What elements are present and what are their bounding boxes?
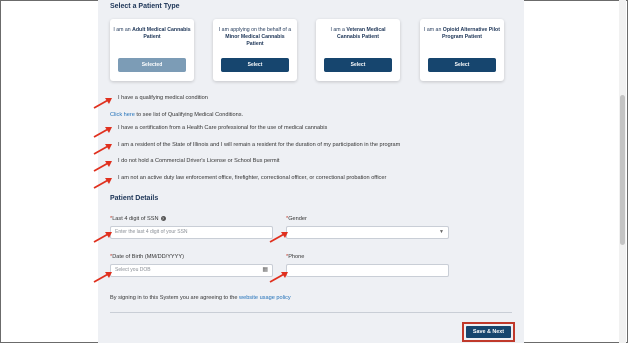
condition-certification[interactable]: I have a certification from a Health Car… bbox=[110, 125, 327, 131]
card-adult-patient: I am an Adult Medical Cannabis Patient S… bbox=[110, 19, 194, 81]
info-icon[interactable]: ? bbox=[160, 216, 166, 222]
condition-qualifying-label: I have a qualifying medical condition bbox=[118, 95, 208, 101]
selected-button-adult[interactable]: Selected bbox=[118, 58, 186, 72]
divider bbox=[110, 312, 512, 313]
annotation-arrow-icon bbox=[93, 272, 112, 283]
conditions-link-row: Click here to see list of Qualifying Med… bbox=[110, 112, 243, 118]
annotation-arrow-icon bbox=[93, 161, 112, 172]
patient-details-title: Patient Details bbox=[110, 195, 159, 202]
select-button-opioid[interactable]: Select bbox=[428, 58, 496, 72]
phone-label-text: Phone bbox=[288, 254, 305, 260]
condition-resident-label: I am a resident of the State of Illinois… bbox=[118, 142, 401, 148]
card-veteran-text: I am a Veteran Medical Cannabis Patient bbox=[330, 27, 386, 40]
card-opioid-patient: I am an Opioid Alternative Pilot Program… bbox=[420, 19, 504, 81]
annotation-arrow-icon bbox=[93, 98, 112, 109]
card-adult-text: I am an Adult Medical Cannabis Patient bbox=[113, 27, 191, 40]
signin-text: By signing in to this System you are agr… bbox=[110, 295, 240, 301]
phone-label: *Phone bbox=[286, 254, 304, 260]
link-suffix-text: to see list of Qualifying Medical Condit… bbox=[134, 112, 244, 118]
annotation-arrow-icon bbox=[269, 272, 288, 283]
card-veteran-patient: I am a Veteran Medical Cannabis Patient … bbox=[316, 19, 400, 81]
chevron-down-icon: ▼ bbox=[439, 229, 444, 235]
gender-label-text: Gender bbox=[288, 216, 307, 222]
select-button-minor[interactable]: Select bbox=[221, 58, 289, 72]
select-button-veteran[interactable]: Select bbox=[324, 58, 392, 72]
annotation-arrow-icon bbox=[93, 127, 112, 138]
click-here-link[interactable]: Click here bbox=[110, 112, 135, 118]
patient-type-title: Select a Patient Type bbox=[110, 3, 180, 10]
dob-label: *Date of Birth (MM/DD/YYYY) bbox=[110, 254, 184, 260]
gender-label: *Gender bbox=[286, 216, 307, 222]
annotation-arrow-icon bbox=[93, 232, 112, 243]
ssn-label-text: Last 4 digit of SSN bbox=[112, 216, 159, 222]
dob-label-text: Date of Birth (MM/DD/YYYY) bbox=[112, 254, 184, 260]
dob-placeholder: Select you DOB bbox=[115, 267, 151, 273]
phone-input[interactable] bbox=[286, 264, 449, 277]
scrollbar[interactable] bbox=[619, 0, 626, 343]
signin-notice: By signing in to this System you are agr… bbox=[110, 295, 291, 301]
ssn-label: *Last 4 digit of SSN? bbox=[110, 216, 166, 222]
ssn-input[interactable]: Enter the last 4 digit of your SSN bbox=[110, 226, 273, 239]
save-button-highlight: Save & Next bbox=[462, 322, 515, 342]
website-usage-policy-link[interactable]: website usage policy bbox=[239, 295, 291, 301]
condition-law-enforcement[interactable]: I am not an active duty law enforcement … bbox=[110, 175, 386, 181]
condition-resident[interactable]: I am a resident of the State of Illinois… bbox=[110, 142, 400, 148]
condition-license[interactable]: I do not hold a Commercial Driver's Lice… bbox=[110, 158, 280, 164]
gender-select[interactable]: ▼ bbox=[286, 226, 449, 239]
condition-qualifying[interactable]: I have a qualifying medical condition bbox=[110, 95, 208, 101]
annotation-arrow-icon bbox=[93, 178, 112, 189]
condition-license-label: I do not hold a Commercial Driver's Lice… bbox=[118, 158, 280, 164]
annotation-arrow-icon bbox=[93, 144, 112, 155]
card-minor-patient: I am applying on the behalf of a Minor M… bbox=[213, 19, 297, 81]
save-next-button[interactable]: Save & Next bbox=[466, 326, 511, 338]
card-minor-text: I am applying on the behalf of a Minor M… bbox=[218, 27, 292, 47]
condition-certification-label: I have a certification from a Health Car… bbox=[118, 125, 328, 131]
condition-law-enforcement-label: I am not an active duty law enforcement … bbox=[118, 175, 387, 181]
dob-input[interactable]: Select you DOB ▦ bbox=[110, 264, 273, 277]
scroll-thumb[interactable] bbox=[620, 95, 625, 245]
card-opioid-text: I am an Opioid Alternative Pilot Program… bbox=[424, 27, 500, 40]
annotation-arrow-icon bbox=[269, 232, 288, 243]
